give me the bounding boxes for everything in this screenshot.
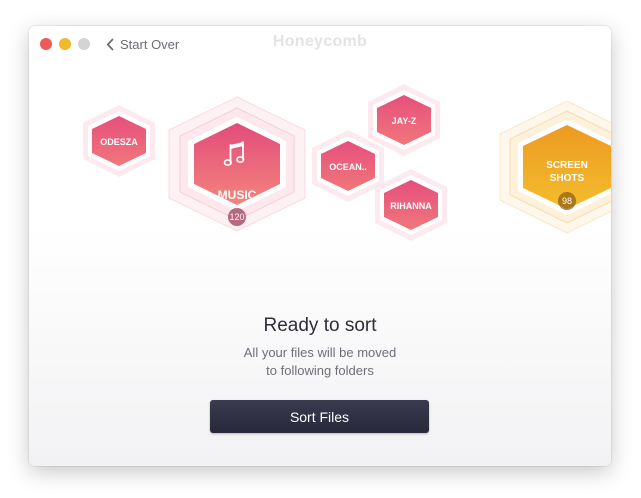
folder-label-screenshots-line1: SCREEN xyxy=(546,160,588,171)
folder-bubble-screenshots[interactable]: SCREEN SHOTS 98 xyxy=(499,100,611,234)
status-description-line2: to following folders xyxy=(266,363,374,378)
folder-bubble-jay-z[interactable]: JAY-Z xyxy=(368,84,440,156)
folder-bubble-ocean[interactable]: OCEAN.. xyxy=(312,130,384,202)
folder-label-screenshots-line2: SHOTS xyxy=(550,173,585,184)
folder-label-rihanna: RIHANNA xyxy=(390,201,432,211)
folder-bubble-music[interactable]: MUSIC 120 xyxy=(168,96,306,232)
folder-label-music: MUSIC xyxy=(218,188,257,202)
count-badge-screenshots: 98 xyxy=(558,192,576,210)
folder-bubble-rihanna[interactable]: RIHANNA xyxy=(375,169,447,241)
status-description-line1: All your files will be moved xyxy=(243,345,397,360)
svg-text:98: 98 xyxy=(562,196,572,206)
svg-text:120: 120 xyxy=(229,212,244,222)
app-window: Start Over Honeycomb ODESZA MUSIC 120 OC… xyxy=(29,26,611,466)
sort-files-button[interactable]: Sort Files xyxy=(210,400,429,433)
folder-label-odesza: ODESZA xyxy=(100,137,138,147)
folder-bubbles: ODESZA MUSIC 120 OCEAN.. JAY-Z RIHANNA S… xyxy=(83,84,611,241)
folder-label-jay-z: JAY-Z xyxy=(392,116,417,126)
folder-label-ocean: OCEAN.. xyxy=(329,162,367,172)
count-badge-music: 120 xyxy=(228,208,246,226)
status-title: Ready to sort xyxy=(263,315,377,336)
folder-bubble-odesza[interactable]: ODESZA xyxy=(83,105,155,177)
